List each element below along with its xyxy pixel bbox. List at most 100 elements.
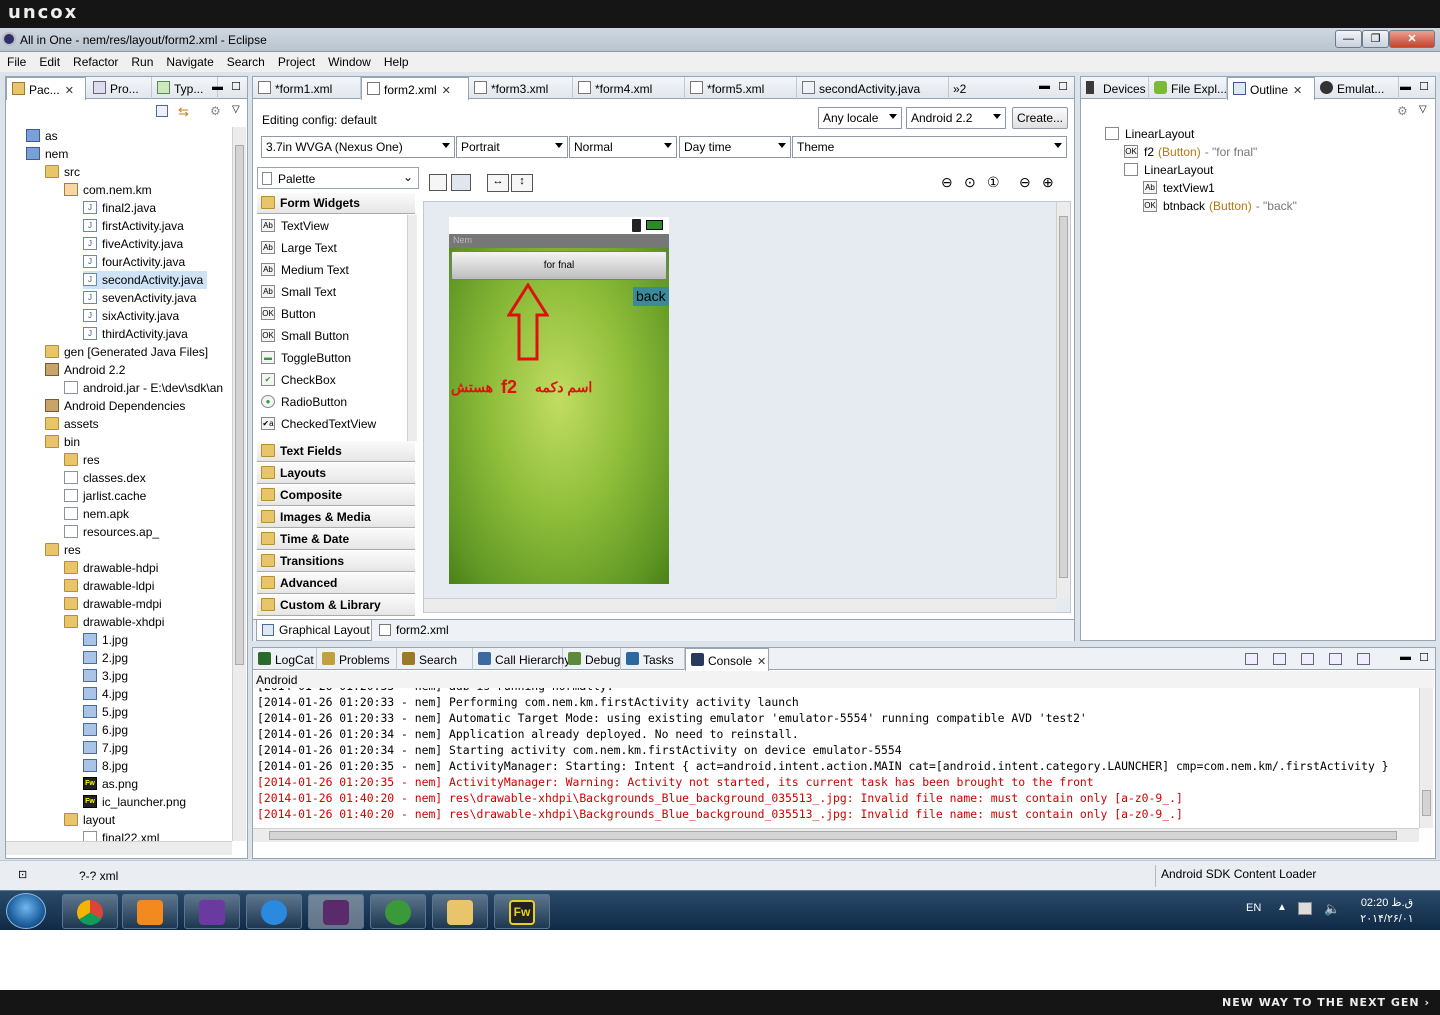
scroll-thumb[interactable] (235, 145, 244, 665)
tree-item[interactable]: 1.jpg (83, 631, 128, 649)
palette-section-form-widgets[interactable]: Form Widgets (257, 193, 415, 214)
device-select[interactable]: 3.7in WVGA (Nexus One) (261, 136, 455, 158)
tree-item[interactable]: as (26, 127, 58, 145)
tree-item[interactable]: src (45, 163, 80, 181)
tree-item[interactable]: drawable-xhdpi (64, 613, 164, 631)
chevron-down-icon[interactable]: ▽ (232, 104, 240, 115)
view-menu-icon[interactable]: ⚙ (1397, 104, 1408, 118)
palette-section[interactable]: Time & Date (257, 529, 415, 550)
tree-item[interactable]: bin (45, 433, 80, 451)
clock-date[interactable]: ۲۰۱۴/۲۶/۰۱ (1354, 912, 1420, 925)
tree-item[interactable]: 4.jpg (83, 685, 128, 703)
palette-section[interactable]: Advanced (257, 573, 415, 594)
collapse-all-icon[interactable] (156, 105, 168, 117)
zoom-out-icon[interactable]: ⊖ (1019, 174, 1031, 191)
palette-widget[interactable]: ● RadioButton (257, 391, 347, 413)
tree-item[interactable]: 7.jpg (83, 739, 128, 757)
tree-item[interactable]: JsixActivity.java (83, 307, 179, 325)
taskbar-java-ee-ide[interactable] (308, 894, 364, 929)
tab-xml-source[interactable]: form2.xml (374, 620, 454, 641)
palette-widget[interactable]: Ab TextView (257, 215, 329, 237)
tree-item[interactable]: layout (64, 811, 115, 829)
bottom-tab[interactable]: LogCat (253, 648, 317, 670)
taskbar-download-manager[interactable] (370, 894, 426, 929)
editor-tab[interactable]: *form4.xml (573, 77, 685, 99)
scroll-thumb[interactable] (1422, 790, 1431, 816)
palette-scrollbar[interactable] (407, 215, 417, 441)
tree-item[interactable]: JsecondActivity.java (83, 271, 208, 289)
zoom-in-icon[interactable]: ⊕ (1042, 174, 1054, 191)
chevron-up-icon[interactable]: ▲ (1277, 902, 1287, 913)
taskbar-fireworks[interactable]: Fw (494, 894, 550, 929)
menu-search[interactable]: Search (220, 52, 271, 69)
tree-item[interactable]: 3.jpg (83, 667, 128, 685)
orientation-select[interactable]: Portrait (456, 136, 568, 158)
tree-item[interactable]: nem (26, 145, 68, 163)
palette-widget[interactable]: OK Small Button (257, 325, 349, 347)
palette-section[interactable]: Transitions (257, 551, 415, 572)
tree-item[interactable]: Fw ic_launcher.png (83, 793, 186, 811)
tab-project-explorer[interactable]: Pro... (88, 77, 152, 99)
outline-item[interactable]: LinearLayout (1105, 125, 1202, 143)
editor-tab[interactable]: »2 (949, 77, 979, 99)
fast-view-icon[interactable]: ⊡ (18, 868, 27, 881)
f2-button-preview[interactable]: for fnal (451, 251, 667, 280)
menu-window[interactable]: Window (321, 52, 377, 69)
tab-devices[interactable]: Devices (1081, 77, 1149, 99)
bottom-tab[interactable]: Console ✕ (685, 648, 769, 671)
bottom-tab[interactable]: Problems (317, 648, 397, 670)
minimize-view-icon[interactable]: ▬ (1400, 81, 1411, 93)
bottom-tab[interactable]: Call Hierarchy (473, 648, 570, 670)
editor-tab[interactable]: secondActivity.java (797, 77, 949, 99)
maximize-view-icon[interactable]: ☐ (1058, 80, 1068, 93)
editor-tab[interactable]: *form1.xml (253, 77, 361, 99)
console-horizontal-scrollbar[interactable] (253, 828, 1419, 842)
scroll-thumb[interactable] (269, 831, 1397, 840)
tab-type-hierarchy[interactable]: Typ... (152, 77, 218, 99)
clear-console-icon[interactable] (1245, 653, 1258, 665)
layout-horizontal-icon[interactable] (429, 174, 447, 191)
bottom-tab[interactable]: Search (397, 648, 473, 670)
open-console-icon[interactable] (1357, 653, 1370, 665)
editor-tab[interactable]: *form3.xml (469, 77, 573, 99)
tree-item[interactable]: JfiveActivity.java (83, 235, 183, 253)
clock-time[interactable]: 02:20 ق.ظ (1360, 896, 1414, 909)
taskbar-media-player[interactable] (122, 894, 178, 929)
taskbar-internet-explorer[interactable] (246, 894, 302, 929)
zoom-emulate-icon[interactable]: ⊖ (941, 174, 953, 191)
tab-outline[interactable]: Outline ✕ (1227, 77, 1315, 100)
tree-item[interactable]: 2.jpg (83, 649, 128, 667)
volume-icon[interactable]: 🔈 (1324, 901, 1340, 917)
tree-item[interactable]: jarlist.cache (64, 487, 146, 505)
tree-item[interactable]: Fw as.png (83, 775, 138, 793)
start-button[interactable] (6, 893, 46, 929)
language-indicator[interactable]: EN (1246, 902, 1261, 914)
bottom-tab[interactable]: Debug (563, 648, 621, 670)
minimize-view-icon[interactable]: ▬ (1039, 80, 1050, 92)
network-icon[interactable] (1298, 902, 1312, 915)
editor-tab[interactable]: form2.xml ✕ (361, 77, 469, 100)
outline-item[interactable]: LinearLayout (1124, 161, 1221, 179)
palette-header[interactable]: Palette ⌄ (257, 167, 419, 189)
chevron-down-icon[interactable]: ▽ (1419, 104, 1427, 115)
tree-item[interactable]: gen [Generated Java Files] (45, 343, 208, 361)
density-select[interactable]: Normal (569, 136, 677, 158)
view-menu-icon[interactable]: ⚙ (210, 104, 221, 118)
maximize-view-icon[interactable]: ☐ (1419, 80, 1429, 93)
palette-section[interactable]: Composite (257, 485, 415, 506)
tree-item[interactable]: 8.jpg (83, 757, 128, 775)
scroll-lock-icon[interactable] (1273, 653, 1286, 665)
canvas-horizontal-scrollbar[interactable] (424, 598, 1056, 612)
tree-vertical-scrollbar[interactable] (232, 127, 246, 841)
tab-emulator[interactable]: Emulat... (1315, 77, 1399, 99)
palette-section[interactable]: Custom & Library Views (257, 595, 415, 633)
scroll-thumb[interactable] (1059, 216, 1068, 578)
tree-item[interactable]: res (64, 451, 100, 469)
palette-widget[interactable]: Ab Small Text (257, 281, 336, 303)
tree-item[interactable]: JfirstActivity.java (83, 217, 184, 235)
editor-tab[interactable]: *form5.xml (685, 77, 797, 99)
tree-item[interactable]: JthirdActivity.java (83, 325, 188, 343)
tree-horizontal-scrollbar[interactable] (6, 841, 232, 855)
tab-file-explorer[interactable]: File Expl... (1149, 77, 1227, 99)
tree-item[interactable]: res (45, 541, 81, 559)
